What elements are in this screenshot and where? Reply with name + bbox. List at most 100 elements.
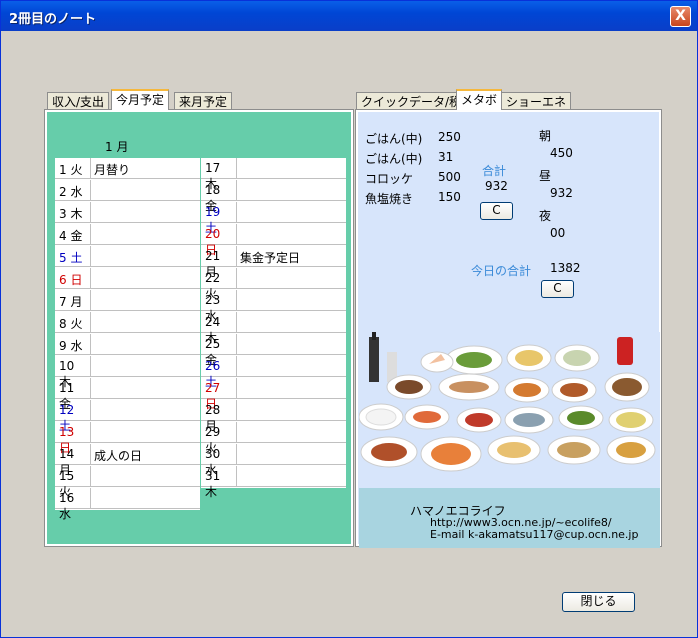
tab-metabo[interactable]: メタボ <box>456 89 503 110</box>
calendar-row[interactable]: 3 木 <box>55 202 200 223</box>
calendar-day: 14 月 <box>55 444 91 477</box>
calendar-day: 20 日 <box>201 224 237 257</box>
calendar-row[interactable]: 29 火 <box>201 422 346 455</box>
calendar-row[interactable]: 27 日 <box>201 378 346 411</box>
calendar-day: 5 土 <box>55 246 91 267</box>
close-button[interactable]: 閉じる <box>562 592 635 612</box>
calendar-note[interactable] <box>238 378 240 381</box>
calendar-row[interactable]: 30 水 <box>201 444 346 477</box>
calendar-row[interactable]: 21 月集金予定日 <box>201 246 346 279</box>
calendar-note[interactable] <box>238 422 240 425</box>
clear-total-button[interactable]: C <box>480 202 513 220</box>
dinner-label: 夜 <box>539 209 552 223</box>
footer-info: ハマノエコライフ http://www3.ocn.ne.jp/~ecolife8… <box>359 488 660 548</box>
calendar-note[interactable] <box>238 158 240 161</box>
calendar-note[interactable] <box>92 312 94 315</box>
calendar-note[interactable]: 成人の日 <box>92 444 142 464</box>
calendar-row[interactable]: 18 金 <box>201 180 346 213</box>
calendar-day: 4 金 <box>55 224 91 245</box>
calendar-note[interactable] <box>238 312 240 315</box>
calendar-day: 27 日 <box>201 378 237 411</box>
calendar-row[interactable]: 2 水 <box>55 180 200 201</box>
calendar-row[interactable]: 1 火月替り <box>55 158 200 179</box>
calendar-day: 28 月 <box>201 400 237 433</box>
calendar-note[interactable] <box>238 466 240 469</box>
calendar-note[interactable] <box>92 488 94 491</box>
calendar-note[interactable] <box>238 334 240 337</box>
calendar-note[interactable] <box>238 290 240 293</box>
calendar-row[interactable]: 16 水 <box>55 488 200 521</box>
calendar-day: 9 水 <box>55 334 91 355</box>
calendar-note[interactable] <box>238 356 240 359</box>
calendar-note[interactable] <box>92 466 94 469</box>
calendar-row[interactable]: 22 火 <box>201 268 346 301</box>
calendar-note[interactable] <box>92 422 94 425</box>
title-bar: 2冊目のノート X <box>1 1 697 31</box>
calendar-row[interactable]: 20 日 <box>201 224 346 257</box>
food-kcal: 31 <box>438 150 454 164</box>
today-total-value: 1382 <box>550 261 581 275</box>
tab-next-month[interactable]: 来月予定 <box>174 92 233 110</box>
lunch-value: 932 <box>550 186 573 200</box>
calendar-note[interactable] <box>238 444 240 447</box>
calendar-row[interactable]: 9 水 <box>55 334 200 355</box>
food-illustration <box>358 332 660 488</box>
calendar-row[interactable]: 23 水 <box>201 290 346 323</box>
calendar-row[interactable]: 14 月成人の日 <box>55 444 200 477</box>
calendar-note[interactable] <box>92 400 94 403</box>
window-close-button[interactable]: X <box>670 6 691 27</box>
calendar-day: 30 水 <box>201 444 237 477</box>
calendar-column-right: 17 木 18 金 19 土 20 日 21 月集金予定日 22 火 23 水 24 木 25 … <box>201 158 346 499</box>
breakfast-label: 朝 <box>539 129 552 143</box>
calendar-row[interactable]: 8 火 <box>55 312 200 333</box>
calendar-note[interactable] <box>238 180 240 183</box>
calendar-note[interactable]: 集金予定日 <box>238 246 300 266</box>
food-name: ごはん(中) <box>365 152 423 166</box>
calendar-note[interactable] <box>92 356 94 359</box>
calendar-note[interactable] <box>92 378 94 381</box>
calendar-row[interactable]: 11 金 <box>55 378 200 411</box>
calendar-note[interactable] <box>92 246 94 249</box>
calendar-row[interactable]: 10 木 <box>55 356 200 389</box>
calendar-panel: 1 月 1 火月替り 2 水3 木4 金5 土6 日7 月8 火9 水 10 木 11… <box>44 109 354 547</box>
clear-today-button[interactable]: C <box>541 280 574 298</box>
calendar-row[interactable]: 6 日 <box>55 268 200 289</box>
calendar-day: 12 土 <box>55 400 91 433</box>
tab-energy-saving[interactable]: ショーエネ <box>501 92 572 110</box>
food-plates-image <box>358 332 656 472</box>
calendar-day: 2 水 <box>55 180 91 201</box>
calendar-day: 16 水 <box>55 488 91 521</box>
tab-income-expense[interactable]: 収入/支出 <box>47 92 110 110</box>
calendar-row[interactable]: 4 金 <box>55 224 200 245</box>
calendar-note[interactable]: 月替り <box>92 158 130 178</box>
email-address[interactable]: E-mail k-akamatsu117@cup.ocn.ne.jp <box>430 528 638 541</box>
calendar-note[interactable] <box>92 268 94 271</box>
calendar-note[interactable] <box>238 268 240 271</box>
calendar-row[interactable]: 7 月 <box>55 290 200 311</box>
calendar-day: 11 金 <box>55 378 91 411</box>
calendar-row[interactable]: 12 土 <box>55 400 200 433</box>
calendar-row[interactable]: 5 土 <box>55 246 200 267</box>
calendar-day: 1 火 <box>55 158 91 179</box>
food-name: 魚塩焼き <box>365 192 414 206</box>
calendar-row[interactable]: 31 木 <box>201 466 346 499</box>
calendar-note[interactable] <box>92 224 94 227</box>
calendar-note[interactable] <box>238 400 240 403</box>
calendar-row[interactable]: 17 木 <box>201 158 346 191</box>
tab-this-month[interactable]: 今月予定 <box>111 89 170 110</box>
calendar-row[interactable]: 24 木 <box>201 312 346 345</box>
calendar-note[interactable] <box>92 202 94 205</box>
calendar-row[interactable]: 28 月 <box>201 400 346 433</box>
calendar-day: 18 金 <box>201 180 237 213</box>
calendar-note[interactable] <box>92 334 94 337</box>
calendar-row[interactable]: 15 火 <box>55 466 200 499</box>
calendar-note[interactable] <box>92 180 94 183</box>
calendar-row[interactable]: 25 金 <box>201 334 346 367</box>
month-title: 1 月 <box>105 140 129 154</box>
calendar-note[interactable] <box>92 290 94 293</box>
calendar-note[interactable] <box>238 202 240 205</box>
calendar-row[interactable]: 13 日 <box>55 422 200 455</box>
calendar-row[interactable]: 19 土 <box>201 202 346 235</box>
calendar-row[interactable]: 26 土 <box>201 356 346 389</box>
calendar-note[interactable] <box>238 224 240 227</box>
